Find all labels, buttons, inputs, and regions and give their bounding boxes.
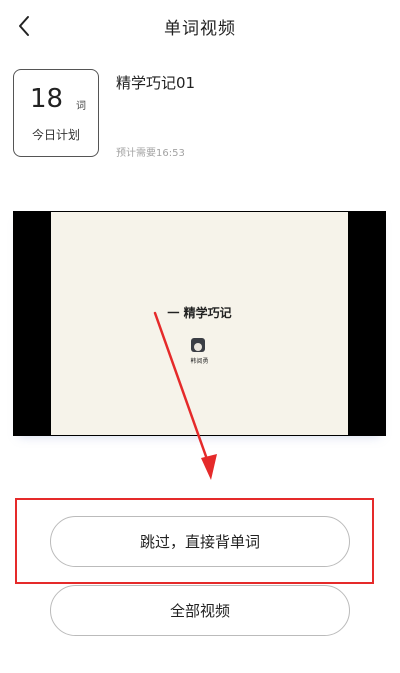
- page-title: 单词视频: [164, 19, 236, 39]
- all-videos-button[interactable]: 全部视频: [50, 585, 350, 636]
- avatar-face: [194, 343, 202, 351]
- skip-to-words-button[interactable]: 跳过，直接背单词: [50, 516, 350, 567]
- page: 单词视频 18 词 今日计划 精学巧记01 预计需要16:53 一 精学巧记 韩…: [0, 0, 400, 673]
- plan-word-count: 18: [30, 84, 64, 114]
- header: 单词视频: [0, 0, 400, 56]
- course-estimated-time: 预计需要16:53: [116, 148, 185, 159]
- video-heading: 一 精学巧记: [167, 306, 232, 320]
- plan-label: 今日计划: [31, 128, 80, 142]
- video-author: 韩阅勇: [190, 358, 209, 365]
- video-player[interactable]: 一 精学巧记 韩阅勇: [13, 211, 386, 436]
- video-frame: 一 精学巧记 韩阅勇: [51, 212, 348, 435]
- author-avatar: [191, 338, 205, 352]
- course-title: 精学巧记01: [116, 74, 196, 92]
- plan-word-unit: 词: [76, 101, 86, 112]
- daily-plan-card: 18 词 今日计划: [13, 69, 99, 157]
